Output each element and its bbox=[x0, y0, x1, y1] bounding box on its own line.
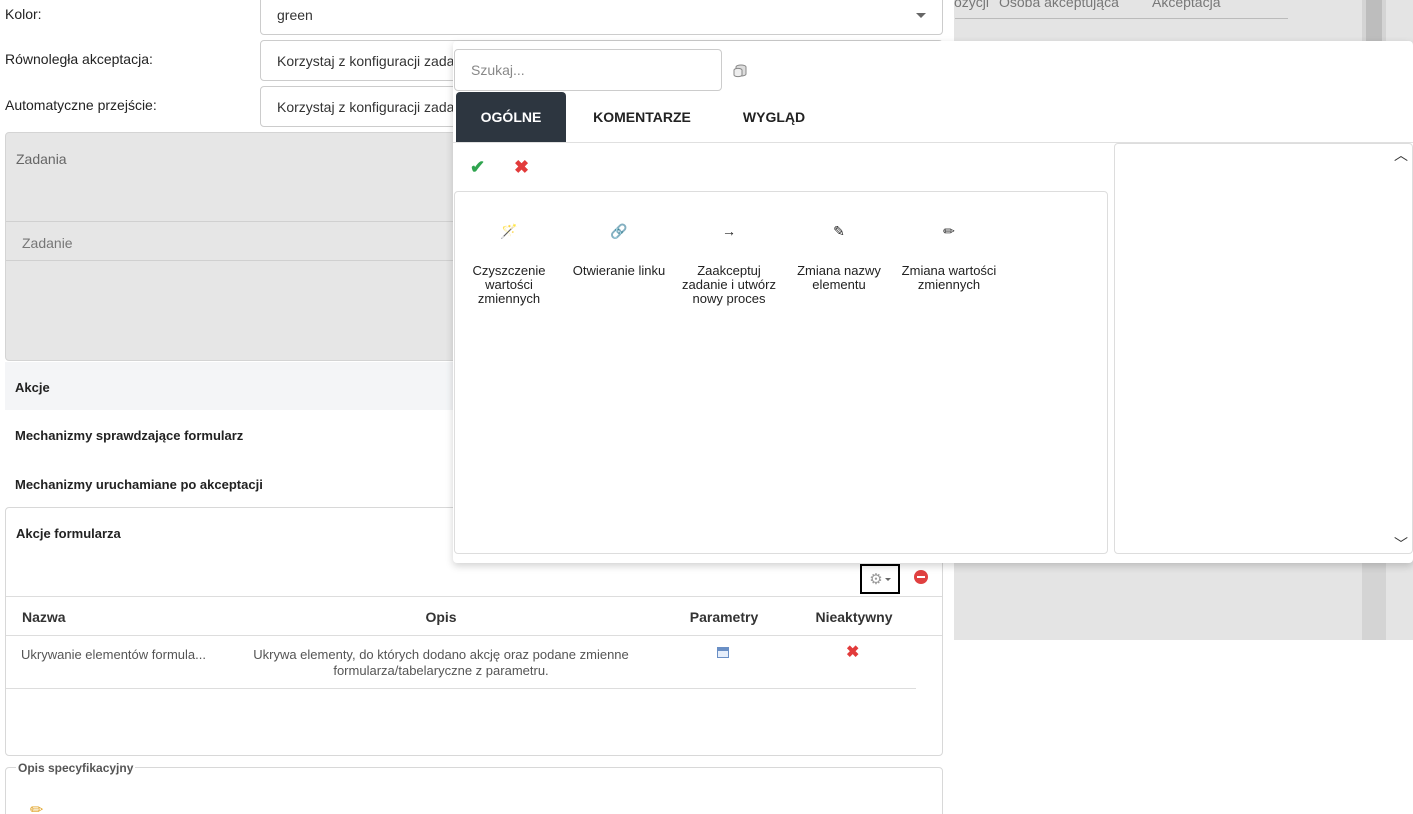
table-divider bbox=[6, 596, 942, 597]
x-icon[interactable]: ✖ bbox=[846, 645, 859, 661]
gear-icon: ⚙ bbox=[869, 571, 883, 588]
automatyczne-value: Korzystaj z konfiguracji zadan bbox=[277, 98, 463, 115]
remove-circle-icon[interactable] bbox=[914, 570, 928, 584]
arrow-right-icon: → bbox=[722, 223, 736, 239]
rownolegla-label: Równoległa akceptacja: bbox=[5, 51, 153, 67]
kolor-label: Kolor: bbox=[5, 6, 42, 22]
action-label: Zaakceptuj zadanie i utwórz nowy proces bbox=[682, 263, 776, 306]
settings-dropdown-button[interactable]: ⚙ bbox=[860, 564, 900, 594]
kolor-select[interactable]: green bbox=[260, 0, 943, 35]
magic-wand-icon: 🪄 bbox=[500, 222, 518, 239]
row-name[interactable]: Ukrywanie elementów formula... bbox=[21, 647, 206, 662]
action-tile-zaakceptuj[interactable]: → Zaakceptuj zadanie i utwórz nowy proce… bbox=[674, 220, 784, 306]
action-details-panel bbox=[1114, 143, 1413, 554]
action-label: Zmiana wartości zmiennych bbox=[901, 263, 997, 292]
chevron-down-icon[interactable]: ﹀ bbox=[1394, 534, 1408, 554]
edit-square-icon: ✎ bbox=[833, 222, 845, 239]
background-column-header: Osoba akceptująca bbox=[999, 0, 1119, 10]
tab-komentarze[interactable]: KOMENTARZE bbox=[584, 92, 700, 142]
zadanie-header[interactable]: Zadanie bbox=[22, 235, 73, 251]
akcje-section-title[interactable]: Akcje bbox=[15, 380, 50, 395]
automatyczne-label: Automatyczne przejście: bbox=[5, 97, 157, 113]
calendar-icon[interactable] bbox=[717, 647, 729, 658]
opis-specyfikacyjny-box bbox=[5, 767, 943, 814]
action-tile-otwieranie-linku[interactable]: 🔗 Otwieranie linku bbox=[564, 220, 674, 278]
opis-specyfikacyjny-legend: Opis specyfikacyjny bbox=[16, 761, 136, 775]
search-input[interactable] bbox=[454, 49, 722, 91]
tab-wyglad[interactable]: WYGLĄD bbox=[730, 92, 818, 142]
action-label: Czyszczenie wartości zmiennych bbox=[472, 263, 546, 306]
divider bbox=[6, 221, 464, 222]
action-tile-zmiana-nazwy[interactable]: ✎ Zmiana nazwy elementu bbox=[784, 220, 894, 292]
action-tile-zmiana-wartosci[interactable]: ✏ Zmiana wartości zmiennych bbox=[894, 220, 1004, 292]
zadania-panel bbox=[5, 132, 465, 361]
row-description: Ukrywa elementy, do których dodano akcję… bbox=[253, 647, 629, 678]
action-tile-czyszczenie[interactable]: 🪄 Czyszczenie wartości zmiennych bbox=[454, 220, 564, 306]
background-column-header: Akceptacja bbox=[1152, 0, 1221, 10]
akcje-section[interactable] bbox=[5, 362, 465, 410]
caret-down-icon bbox=[884, 577, 891, 581]
column-header-nazwa[interactable]: Nazwa bbox=[22, 609, 66, 625]
table-divider bbox=[6, 688, 916, 689]
column-header-nieaktywny[interactable]: Nieaktywny bbox=[790, 609, 918, 625]
close-icon[interactable]: ✖ bbox=[514, 157, 529, 178]
column-header-parametry[interactable]: Parametry bbox=[660, 609, 788, 625]
mechanizmy-po-akceptacji-title[interactable]: Mechanizmy uruchamiane po akceptacji bbox=[15, 477, 263, 492]
pencil-icon: ✏ bbox=[943, 222, 955, 239]
mechanizmy-sprawdzajace-title[interactable]: Mechanizmy sprawdzające formularz bbox=[15, 428, 243, 443]
action-label: Zmiana nazwy elementu bbox=[797, 263, 881, 292]
action-label: Otwieranie linku bbox=[572, 263, 666, 278]
zadania-title: Zadania bbox=[16, 151, 67, 167]
pencil-icon[interactable]: ✏ bbox=[30, 800, 43, 814]
akcje-formularza-title: Akcje formularza bbox=[16, 526, 121, 541]
link-icon: 🔗 bbox=[610, 222, 628, 239]
background-panel-bottom bbox=[954, 640, 1413, 814]
background-column-divider bbox=[955, 18, 1288, 19]
background-column-header: ozycji bbox=[954, 0, 990, 10]
rownolegla-value: Korzystaj z konfiguracji zadan bbox=[277, 52, 463, 69]
chevron-up-icon[interactable]: ︿ bbox=[1394, 145, 1408, 165]
tab-ogolne[interactable]: OGÓLNE bbox=[456, 92, 566, 142]
kolor-value: green bbox=[277, 6, 313, 23]
database-icon[interactable] bbox=[733, 64, 747, 78]
check-icon[interactable]: ✔ bbox=[470, 157, 485, 178]
chevron-down-icon bbox=[916, 12, 926, 18]
column-header-opis[interactable]: Opis bbox=[240, 609, 642, 625]
divider bbox=[6, 260, 464, 261]
